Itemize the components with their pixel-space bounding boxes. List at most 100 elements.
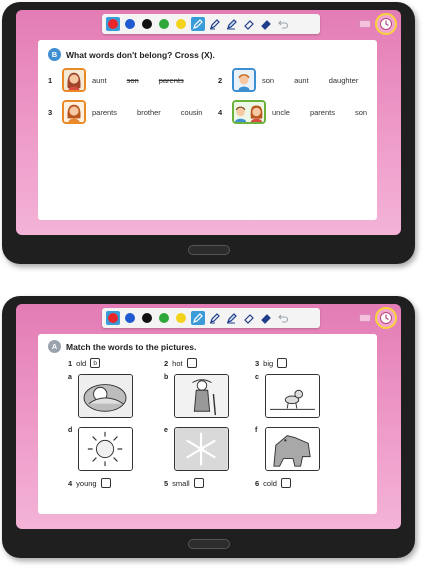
exercise-b-header: B What words don't belong? Cross (X). [48, 48, 367, 61]
pen-tool-button[interactable] [191, 311, 205, 325]
item-number: 2 [218, 75, 223, 85]
word-number: 2 [164, 358, 169, 368]
snowflake-illustration-icon [175, 428, 228, 470]
exercise-b-item-1: 1 aunt son parents [48, 68, 198, 92]
clear-eraser-icon [261, 20, 271, 30]
color-yellow-button[interactable] [174, 17, 188, 31]
word-option[interactable]: daughter [329, 76, 359, 85]
match-word-2: 2 hot [164, 358, 197, 368]
undo-button[interactable] [276, 17, 290, 31]
baby-illustration-icon [79, 375, 132, 417]
home-button[interactable] [188, 245, 230, 255]
big-dog-illustration-icon [266, 428, 319, 470]
eraser-icon [244, 20, 254, 30]
word-option[interactable]: parents [310, 108, 335, 117]
answer-box[interactable] [100, 478, 111, 488]
marker-tool-button[interactable] [225, 17, 239, 31]
clear-eraser-button[interactable] [259, 311, 273, 325]
drawing-toolbar [102, 14, 320, 34]
picture-label-a: a [68, 374, 72, 381]
word-option[interactable]: son [262, 76, 274, 85]
match-word-3: 3 big [255, 358, 288, 368]
yellow-swatch-icon [176, 19, 186, 29]
word-text: cold [263, 478, 277, 488]
word-option[interactable]: cousin [181, 108, 203, 117]
exercise-a-badge: A [48, 340, 61, 353]
color-green-button[interactable] [157, 311, 171, 325]
picture-snowflake[interactable] [174, 427, 229, 471]
picture-sun[interactable] [78, 427, 133, 471]
keyboard-button[interactable] [359, 20, 371, 28]
picture-label-c: c [255, 374, 259, 381]
answer-box[interactable] [186, 358, 197, 368]
undo-icon [278, 314, 289, 323]
color-yellow-button[interactable] [174, 311, 188, 325]
green-swatch-icon [159, 313, 169, 323]
exercise-a-instruction: Match the words to the pictures. [66, 341, 197, 352]
home-button[interactable] [188, 539, 230, 549]
word-number: 4 [68, 478, 73, 488]
red-swatch-icon [108, 313, 118, 323]
marker-tool-button[interactable] [225, 311, 239, 325]
color-green-button[interactable] [157, 17, 171, 31]
color-black-button[interactable] [140, 17, 154, 31]
color-blue-button[interactable] [123, 311, 137, 325]
word-number: 3 [255, 358, 260, 368]
blue-swatch-icon [125, 313, 135, 323]
girl-portrait-icon [62, 100, 86, 124]
eraser-tool-button[interactable] [242, 311, 256, 325]
picture-baby[interactable] [78, 374, 133, 418]
exercise-b-item-3: 3 parents brother cousin [48, 100, 216, 124]
color-red-button[interactable] [106, 311, 120, 325]
word-option-crossed[interactable]: parents [159, 76, 184, 85]
word-option[interactable]: son [355, 108, 367, 117]
green-swatch-icon [159, 19, 169, 29]
yellow-swatch-icon [176, 313, 186, 323]
old-man-illustration-icon [175, 375, 228, 417]
word-option-crossed[interactable]: son [127, 76, 139, 85]
exercise-b-item-2: 2 son aunt daughter [218, 68, 372, 92]
picture-label-f: f [255, 427, 258, 434]
color-black-button[interactable] [140, 311, 154, 325]
undo-button[interactable] [276, 311, 290, 325]
timer-button[interactable] [375, 307, 397, 329]
clear-eraser-icon [261, 314, 271, 324]
picture-big-dog[interactable] [265, 427, 320, 471]
word-text: young [76, 478, 97, 488]
black-swatch-icon [142, 313, 152, 323]
answer-box[interactable] [280, 478, 291, 488]
word-option[interactable]: parents [92, 108, 117, 117]
answer-box[interactable] [193, 478, 204, 488]
eraser-tool-button[interactable] [242, 17, 256, 31]
exercise-b-instruction: What words don't belong? Cross (X). [66, 49, 215, 60]
word-text: hot [172, 358, 183, 368]
word-option[interactable]: aunt [92, 76, 107, 85]
answer-box[interactable]: b [90, 358, 101, 368]
word-option[interactable]: aunt [294, 76, 309, 85]
picture-old-man[interactable] [174, 374, 229, 418]
boy-portrait-icon [232, 68, 256, 92]
word-option[interactable]: uncle [272, 108, 290, 117]
clear-eraser-button[interactable] [259, 17, 273, 31]
picture-label-b: b [164, 374, 169, 381]
pen-tool-button[interactable] [191, 17, 205, 31]
word-text: big [263, 358, 274, 368]
color-red-button[interactable] [106, 17, 120, 31]
highlighter-tool-button[interactable] [208, 17, 222, 31]
color-blue-button[interactable] [123, 17, 137, 31]
picture-small-dog[interactable] [265, 374, 320, 418]
tablet-screen: B What words don't belong? Cross (X). 1 … [16, 10, 401, 235]
word-number: 5 [164, 478, 169, 488]
marker-icon [227, 19, 237, 30]
keyboard-button[interactable] [359, 314, 371, 322]
word-number: 1 [68, 358, 73, 368]
exercise-b-panel: B What words don't belong? Cross (X). 1 … [38, 40, 377, 220]
timer-button[interactable] [375, 13, 397, 35]
word-number: 6 [255, 478, 260, 488]
highlighter-tool-button[interactable] [208, 311, 222, 325]
word-option[interactable]: brother [137, 108, 161, 117]
word-text: small [172, 478, 190, 488]
pen-icon [193, 19, 203, 29]
exercise-b-item-4: 4 uncle parents son [218, 100, 381, 124]
answer-box[interactable] [277, 358, 288, 368]
